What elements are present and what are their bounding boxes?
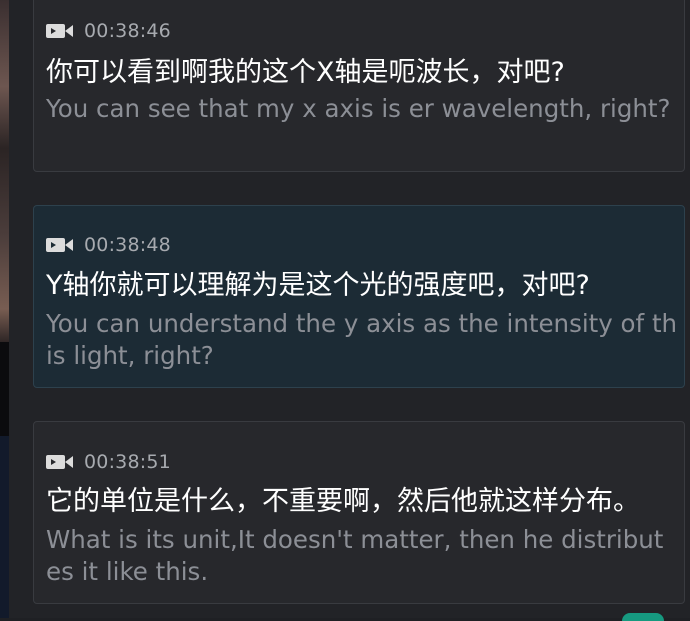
video-camera-body <box>46 24 65 38</box>
timestamp[interactable]: 00:38:48 <box>84 235 171 255</box>
video-camera-body <box>46 455 65 469</box>
transcript-entry[interactable]: 00:38:51 它的单位是什么，不重要啊，然后他就这样分布。 What is … <box>33 421 685 604</box>
transcript-panel[interactable]: 00:38:46 你可以看到啊我的这个X轴是呃波长，对吧? You can se… <box>9 0 690 621</box>
video-camera-icon <box>46 236 74 254</box>
video-preview-edge <box>0 0 9 618</box>
video-camera-icon <box>46 453 74 471</box>
video-camera-lens <box>65 25 73 37</box>
timestamp[interactable]: 00:38:46 <box>84 21 171 41</box>
chinese-caption: Y轴你就可以理解为是这个光的强度吧，对吧? <box>46 270 590 301</box>
video-preview-blue-segment <box>0 436 9 618</box>
english-caption: You can understand the y axis as the int… <box>46 309 678 370</box>
timestamp-row[interactable]: 00:38:48 <box>46 235 171 255</box>
timestamp-row[interactable]: 00:38:46 <box>46 21 171 41</box>
transcript-entry-active[interactable]: 00:38:48 Y轴你就可以理解为是这个光的强度吧，对吧? You can u… <box>33 205 685 388</box>
chinese-caption: 它的单位是什么，不重要啊，然后他就这样分布。 <box>46 486 640 517</box>
video-camera-icon <box>46 22 74 40</box>
english-caption: What is its unit,It doesn't matter, then… <box>46 525 664 586</box>
video-camera-lens <box>65 239 73 251</box>
video-preview-dark-segment <box>0 342 9 436</box>
timestamp[interactable]: 00:38:51 <box>84 452 171 472</box>
english-caption: You can see that my x axis is er wavelen… <box>46 94 671 123</box>
transcript-entry[interactable]: 00:38:46 你可以看到啊我的这个X轴是呃波长，对吧? You can se… <box>33 0 685 172</box>
timestamp-row[interactable]: 00:38:51 <box>46 452 171 472</box>
video-camera-lens <box>65 456 73 468</box>
scroll-indicator[interactable] <box>622 613 664 621</box>
chinese-caption: 你可以看到啊我的这个X轴是呃波长，对吧? <box>46 57 565 88</box>
video-camera-body <box>46 238 65 252</box>
